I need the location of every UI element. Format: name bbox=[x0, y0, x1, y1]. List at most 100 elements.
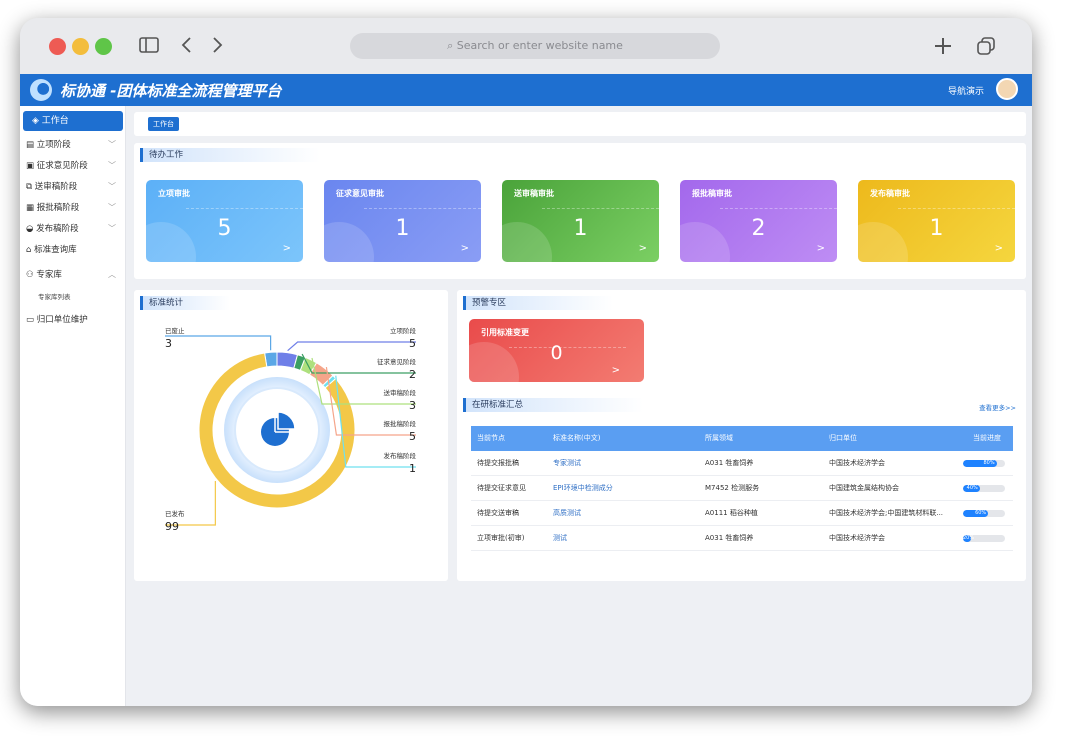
progress-bar: 20% bbox=[963, 535, 1005, 542]
leader-line bbox=[165, 480, 216, 526]
address-bar[interactable]: ⌕ Search or enter website name bbox=[350, 33, 720, 59]
chevron-right-icon: > bbox=[460, 243, 469, 254]
doc-icon: ▤ bbox=[26, 140, 37, 150]
sidebar-item-label: 征求意见阶段 bbox=[36, 161, 88, 171]
chevron-down-icon: ﹀ bbox=[108, 140, 116, 149]
column-header: 所属领域 bbox=[705, 434, 733, 442]
sidebar-item-publish[interactable]: ◒ 发布稿阶段 ﹀ bbox=[26, 220, 122, 238]
forward-icon[interactable] bbox=[210, 35, 224, 60]
tile-label: 报批稿审批 bbox=[692, 189, 732, 198]
table-row[interactable]: 待提交报批稿 专家测试 A031 牲畜饲养 中国技术经济学会 80% bbox=[471, 451, 1013, 476]
minimize-window-button[interactable] bbox=[72, 38, 89, 55]
send-icon: ⧉ bbox=[26, 182, 35, 192]
progress-bar: 60% bbox=[963, 510, 1005, 517]
sidebar-item-label: 立项阶段 bbox=[36, 140, 71, 150]
chart-value: 99 bbox=[165, 520, 179, 533]
chevron-down-icon: ﹀ bbox=[108, 161, 116, 170]
progress-bar: 80% bbox=[963, 460, 1005, 467]
warning-title: 预警专区 bbox=[463, 296, 613, 310]
column-header: 归口单位 bbox=[829, 434, 857, 442]
todo-tile-comment[interactable]: 征求意见审批 1 > bbox=[324, 180, 481, 262]
table-row[interactable]: 待提交送审稿 高质测试 A0111 稻谷种植 中国技术经济学会;中国建筑材料联.… bbox=[471, 501, 1013, 526]
layers-icon: ◈ bbox=[32, 116, 42, 126]
progress-fill: 20% bbox=[963, 535, 975, 542]
tabs-overview-icon[interactable] bbox=[975, 35, 997, 62]
cell-node: 待提交征求意见 bbox=[477, 484, 526, 492]
sidebar-subitem-expert-list[interactable]: 专家库列表 bbox=[38, 291, 71, 301]
todo-tile-review[interactable]: 送审稿审批 1 > bbox=[502, 180, 659, 262]
sidebar-item-units[interactable]: ▭ 归口单位维护 bbox=[26, 311, 122, 329]
chart-label: 送审稿阶段 bbox=[383, 389, 417, 397]
todo-tile-publish[interactable]: 发布稿审批 1 > bbox=[858, 180, 1015, 262]
sidebar-item-review[interactable]: ⧉ 送审稿阶段 ﹀ bbox=[26, 178, 122, 196]
search-icon: ⌕ bbox=[447, 39, 457, 52]
sidebar-item-label: 标准查询库 bbox=[34, 245, 77, 255]
sidebar-item-label: 发布稿阶段 bbox=[36, 224, 79, 234]
table-row[interactable]: 立项审批(初审) 测试 A031 牲畜饲养 中国技术经济学会 20% bbox=[471, 526, 1013, 551]
breadcrumb-tag-workbench[interactable]: 工作台 bbox=[148, 117, 179, 131]
todo-title: 待办工作 bbox=[140, 148, 320, 162]
sidebar-item-label: 送审稿阶段 bbox=[34, 182, 78, 192]
chart-label: 征求意见阶段 bbox=[377, 358, 416, 366]
chart-label: 发布稿阶段 bbox=[383, 452, 417, 460]
cell-node: 立项审批(初审) bbox=[477, 534, 525, 542]
sidebar-item-query[interactable]: ⌂ 标准查询库 bbox=[26, 241, 122, 259]
progress-fill: 60% bbox=[963, 510, 989, 517]
warning-tile-ref-change[interactable]: 引用标准变更 0 > bbox=[469, 319, 644, 382]
address-placeholder: Search or enter website name bbox=[456, 39, 623, 52]
progress-fill: 80% bbox=[963, 460, 997, 467]
sidebar-toggle-icon[interactable] bbox=[138, 35, 160, 60]
tile-count: 1 bbox=[395, 216, 410, 241]
todo-tile-project[interactable]: 立项审批 5 > bbox=[146, 180, 303, 262]
cloud-icon: ◒ bbox=[26, 224, 37, 234]
chart-value: 3 bbox=[409, 399, 416, 412]
home-icon: ⌂ bbox=[26, 245, 35, 255]
column-header: 标准名称(中文) bbox=[553, 434, 601, 442]
column-header: 当前节点 bbox=[477, 434, 505, 442]
summary-title: 在研标准汇总 bbox=[463, 398, 643, 412]
nav-demo-link[interactable]: 导航演示 bbox=[948, 84, 984, 97]
close-window-button[interactable] bbox=[49, 38, 66, 55]
chart-value: 5 bbox=[409, 337, 416, 350]
print-icon: ▣ bbox=[26, 161, 37, 171]
sidebar-item-label: 工作台 bbox=[41, 116, 69, 126]
chart-value: 3 bbox=[165, 337, 172, 350]
chevron-right-icon: > bbox=[282, 243, 291, 254]
tile-label: 送审稿审批 bbox=[514, 189, 554, 198]
todo-panel: 待办工作 立项审批 5 > 征求意见审批 1 > 送审稿审批 1 > 报批稿审批… bbox=[134, 143, 1026, 279]
cell-name-link[interactable]: 高质测试 bbox=[553, 501, 581, 526]
tile-label: 征求意见审批 bbox=[336, 189, 384, 198]
cell-name-link[interactable]: EPI环境中检测成分 bbox=[553, 476, 613, 501]
maximize-window-button[interactable] bbox=[95, 38, 112, 55]
chart-value: 5 bbox=[409, 430, 416, 443]
cell-field: M7452 检测服务 bbox=[705, 484, 760, 492]
sidebar-item-approval[interactable]: ▦ 报批稿阶段 ﹀ bbox=[26, 199, 122, 217]
list-icon: ▦ bbox=[26, 203, 37, 213]
chevron-right-icon: > bbox=[816, 243, 825, 254]
main-content: 工作台 待办工作 立项审批 5 > 征求意见审批 1 > 送审稿审批 1 > 报… bbox=[126, 106, 1032, 706]
progress-fill: 40% bbox=[963, 485, 980, 492]
sidebar-item-workbench[interactable]: ◈ 工作台 bbox=[23, 111, 123, 131]
leader-line bbox=[287, 341, 416, 352]
sidebar-item-label: 专家库 bbox=[36, 270, 62, 280]
cell-node: 待提交报批稿 bbox=[477, 459, 519, 467]
progress-bar: 40% bbox=[963, 485, 1005, 492]
cell-name-link[interactable]: 专家测试 bbox=[553, 451, 581, 476]
cell-name-link[interactable]: 测试 bbox=[553, 526, 567, 551]
back-icon[interactable] bbox=[180, 35, 194, 60]
chevron-down-icon: ﹀ bbox=[108, 182, 116, 191]
people-icon: ⚇ bbox=[26, 270, 37, 280]
chart-label: 已发布 bbox=[165, 510, 185, 518]
view-more-link[interactable]: 查看更多>> bbox=[979, 402, 1016, 412]
sidebar-item-label: 归口单位维护 bbox=[36, 315, 88, 325]
sidebar-item-experts[interactable]: ⚇ 专家库 ︿ bbox=[26, 266, 122, 284]
todo-tile-approval[interactable]: 报批稿审批 2 > bbox=[680, 180, 837, 262]
avatar[interactable] bbox=[996, 78, 1018, 100]
sidebar-item-project[interactable]: ▤ 立项阶段 ﹀ bbox=[26, 136, 122, 154]
cell-field: A0111 稻谷种植 bbox=[705, 509, 758, 517]
sidebar-item-comment[interactable]: ▣ 征求意见阶段 ﹀ bbox=[26, 157, 122, 175]
table-row[interactable]: 待提交征求意见 EPI环境中检测成分 M7452 检测服务 中国建筑金属结构协会… bbox=[471, 476, 1013, 501]
chevron-down-icon: ﹀ bbox=[108, 224, 116, 233]
app-title: 标协通 -团体标准全流程管理平台 bbox=[60, 82, 282, 100]
new-tab-icon[interactable] bbox=[932, 35, 954, 62]
